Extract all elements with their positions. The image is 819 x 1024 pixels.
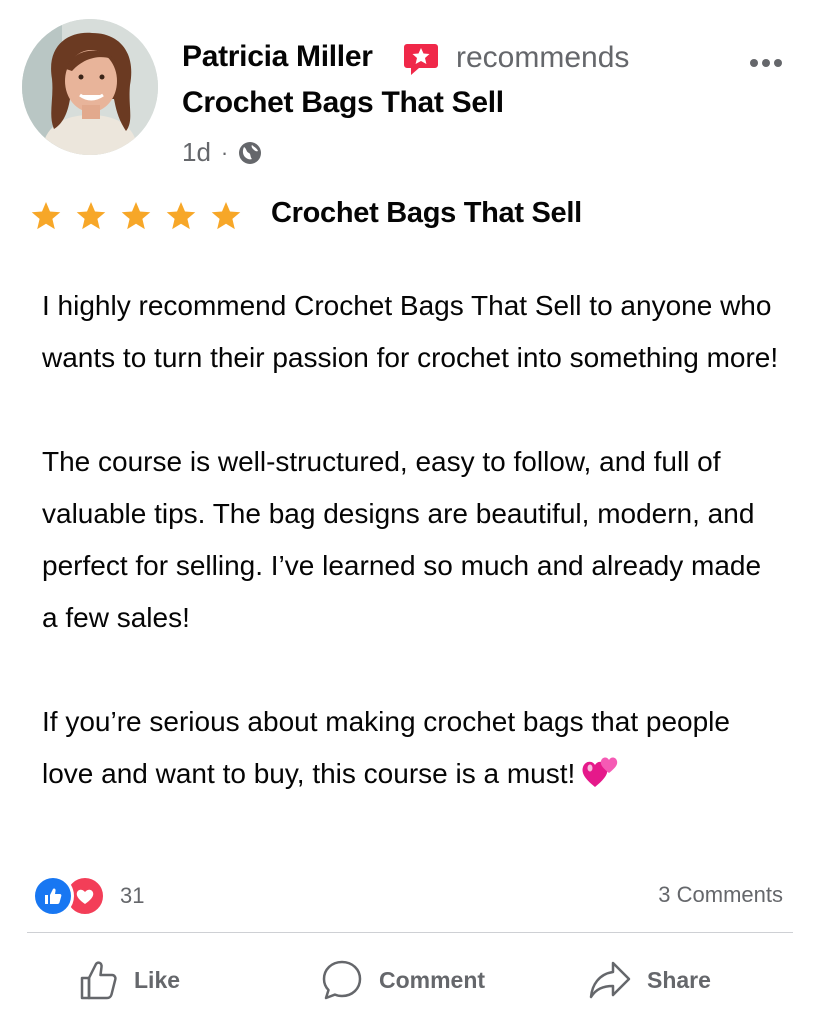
divider	[27, 932, 793, 933]
post-time[interactable]: 1d	[182, 137, 211, 168]
review-paragraph: The course is well-structured, easy to f…	[42, 446, 762, 633]
review-paragraph: I highly recommend Crochet Bags That Sel…	[42, 290, 779, 373]
like-button[interactable]: Like	[80, 950, 180, 1010]
share-button[interactable]: Share	[589, 950, 711, 1010]
comments-count[interactable]: 3 Comments	[658, 882, 783, 908]
profile-photo	[22, 19, 158, 155]
share-label: Share	[647, 966, 711, 993]
star-icon	[121, 202, 151, 230]
share-icon	[589, 961, 631, 999]
globe-icon	[239, 141, 262, 164]
avatar[interactable]	[22, 19, 158, 155]
recommends-label: recommends	[456, 41, 630, 74]
author-name[interactable]: Patricia Miller	[182, 40, 373, 74]
reactions-summary[interactable]: 31	[32, 875, 144, 917]
comment-icon	[322, 960, 362, 1000]
recommend-icon	[404, 44, 438, 75]
thumbs-up-icon	[80, 961, 117, 1000]
star-icon	[31, 202, 61, 230]
two-hearts-emoji	[582, 757, 618, 787]
star-icon	[76, 202, 106, 230]
reaction-count: 31	[120, 883, 145, 908]
review-body: I highly recommend Crochet Bags That Sel…	[42, 280, 782, 800]
star-icon	[166, 202, 196, 230]
comment-button[interactable]: Comment	[321, 950, 485, 1010]
post-meta: 1d ·	[182, 137, 262, 168]
more-options-icon[interactable]	[748, 53, 784, 73]
review-paragraph-text: If you’re serious about making crochet b…	[42, 706, 730, 789]
comment-label: Comment	[379, 966, 486, 993]
like-reaction-icon	[32, 875, 74, 917]
review-title[interactable]: Crochet Bags That Sell	[271, 197, 582, 230]
star-icon	[211, 202, 241, 230]
rating-stars	[30, 200, 242, 232]
like-label: Like	[134, 966, 181, 993]
action-bar: Like Comment Share	[0, 950, 819, 1010]
page-name[interactable]: Crochet Bags That Sell	[182, 86, 504, 120]
review-paragraph-last: If you’re serious about making crochet b…	[42, 696, 782, 800]
meta-separator: ·	[220, 139, 229, 165]
